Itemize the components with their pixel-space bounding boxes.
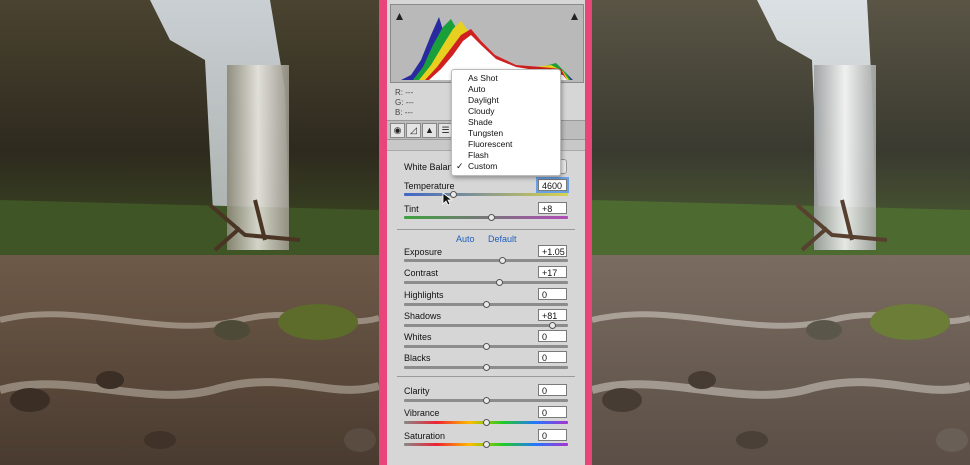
photo-after <box>592 0 970 465</box>
blacks-label: Blacks <box>404 353 431 363</box>
blacks-slider-thumb[interactable] <box>483 364 490 371</box>
temperature-slider[interactable] <box>404 191 568 198</box>
temperature-label: Temperature <box>404 181 455 191</box>
blacks-slider[interactable] <box>404 364 568 371</box>
highlights-slider-thumb[interactable] <box>483 301 490 308</box>
highlights-value[interactable]: 0 <box>538 288 567 300</box>
vibrance-label: Vibrance <box>404 408 440 418</box>
tint-value[interactable]: +8 <box>538 202 567 214</box>
basic-tab-icon[interactable]: ◉ <box>390 123 405 138</box>
exposure-slider-thumb[interactable] <box>499 257 507 264</box>
saturation-slider[interactable] <box>404 441 568 448</box>
whites-slider[interactable] <box>404 343 568 350</box>
exposure-slider[interactable] <box>404 257 568 264</box>
vibrance-value[interactable]: 0 <box>538 406 567 418</box>
temperature-value[interactable]: 4600 <box>536 177 569 193</box>
saturation-slider-thumb[interactable] <box>483 441 490 448</box>
rgb-readout-r: R: --- <box>395 88 414 97</box>
rgb-readout-b: B: --- <box>395 108 413 117</box>
menu-item-tungsten[interactable]: Tungsten <box>468 128 503 138</box>
blacks-value[interactable]: 0 <box>538 351 567 363</box>
menu-item-daylight[interactable]: Daylight <box>468 95 499 105</box>
contrast-value[interactable]: +17 <box>538 266 567 278</box>
contrast-slider[interactable] <box>404 279 568 286</box>
saturation-label: Saturation <box>404 431 446 441</box>
contrast-slider-thumb[interactable] <box>496 279 504 286</box>
menu-item-flash[interactable]: Flash <box>468 150 489 160</box>
vibrance-slider-thumb[interactable] <box>483 419 490 426</box>
clarity-value[interactable]: 0 <box>538 384 567 396</box>
menu-item-as-shot[interactable]: As Shot <box>468 73 498 83</box>
shadows-slider[interactable] <box>404 322 568 329</box>
clarity-slider[interactable] <box>404 397 568 404</box>
rgb-readout-g: G: --- <box>395 98 414 107</box>
clarity-label: Clarity <box>404 386 430 396</box>
tint-label: Tint <box>404 204 419 214</box>
contrast-label: Contrast <box>404 268 439 278</box>
white-balance-menu: As Shot Auto Daylight Cloudy Shade Tungs… <box>451 69 561 176</box>
menu-item-auto[interactable]: Auto <box>468 84 486 94</box>
shadows-slider-thumb[interactable] <box>548 322 556 329</box>
menu-item-cloudy[interactable]: Cloudy <box>468 106 494 116</box>
vibrance-slider[interactable] <box>404 419 568 426</box>
exposure-label: Exposure <box>404 247 443 257</box>
tone-curve-tab-icon[interactable]: ◿ <box>406 123 421 138</box>
menu-item-custom[interactable]: Custom <box>468 161 497 171</box>
auto-link[interactable]: Auto <box>456 234 475 244</box>
exposure-value[interactable]: +1.05 <box>538 245 567 257</box>
saturation-value[interactable]: 0 <box>538 429 567 441</box>
default-link[interactable]: Default <box>488 234 517 244</box>
whites-slider-thumb[interactable] <box>483 343 490 350</box>
highlights-label: Highlights <box>404 290 444 300</box>
tint-slider[interactable] <box>404 214 568 221</box>
shadows-value[interactable]: +81 <box>538 309 567 321</box>
divider <box>397 376 575 377</box>
highlights-slider[interactable] <box>404 301 568 308</box>
mouse-cursor-icon <box>442 192 452 206</box>
whites-value[interactable]: 0 <box>538 330 567 342</box>
menu-item-shade[interactable]: Shade <box>468 117 493 127</box>
menu-item-fluorescent[interactable]: Fluorescent <box>468 139 512 149</box>
photo-before <box>0 0 379 465</box>
divider <box>397 229 575 230</box>
detail-tab-icon[interactable]: ▲ <box>422 123 437 138</box>
tint-slider-thumb[interactable] <box>487 214 495 221</box>
shadows-label: Shadows <box>404 311 442 321</box>
clarity-slider-thumb[interactable] <box>483 397 490 404</box>
whites-label: Whites <box>404 332 432 342</box>
checkmark-icon: ✓ <box>456 161 464 171</box>
